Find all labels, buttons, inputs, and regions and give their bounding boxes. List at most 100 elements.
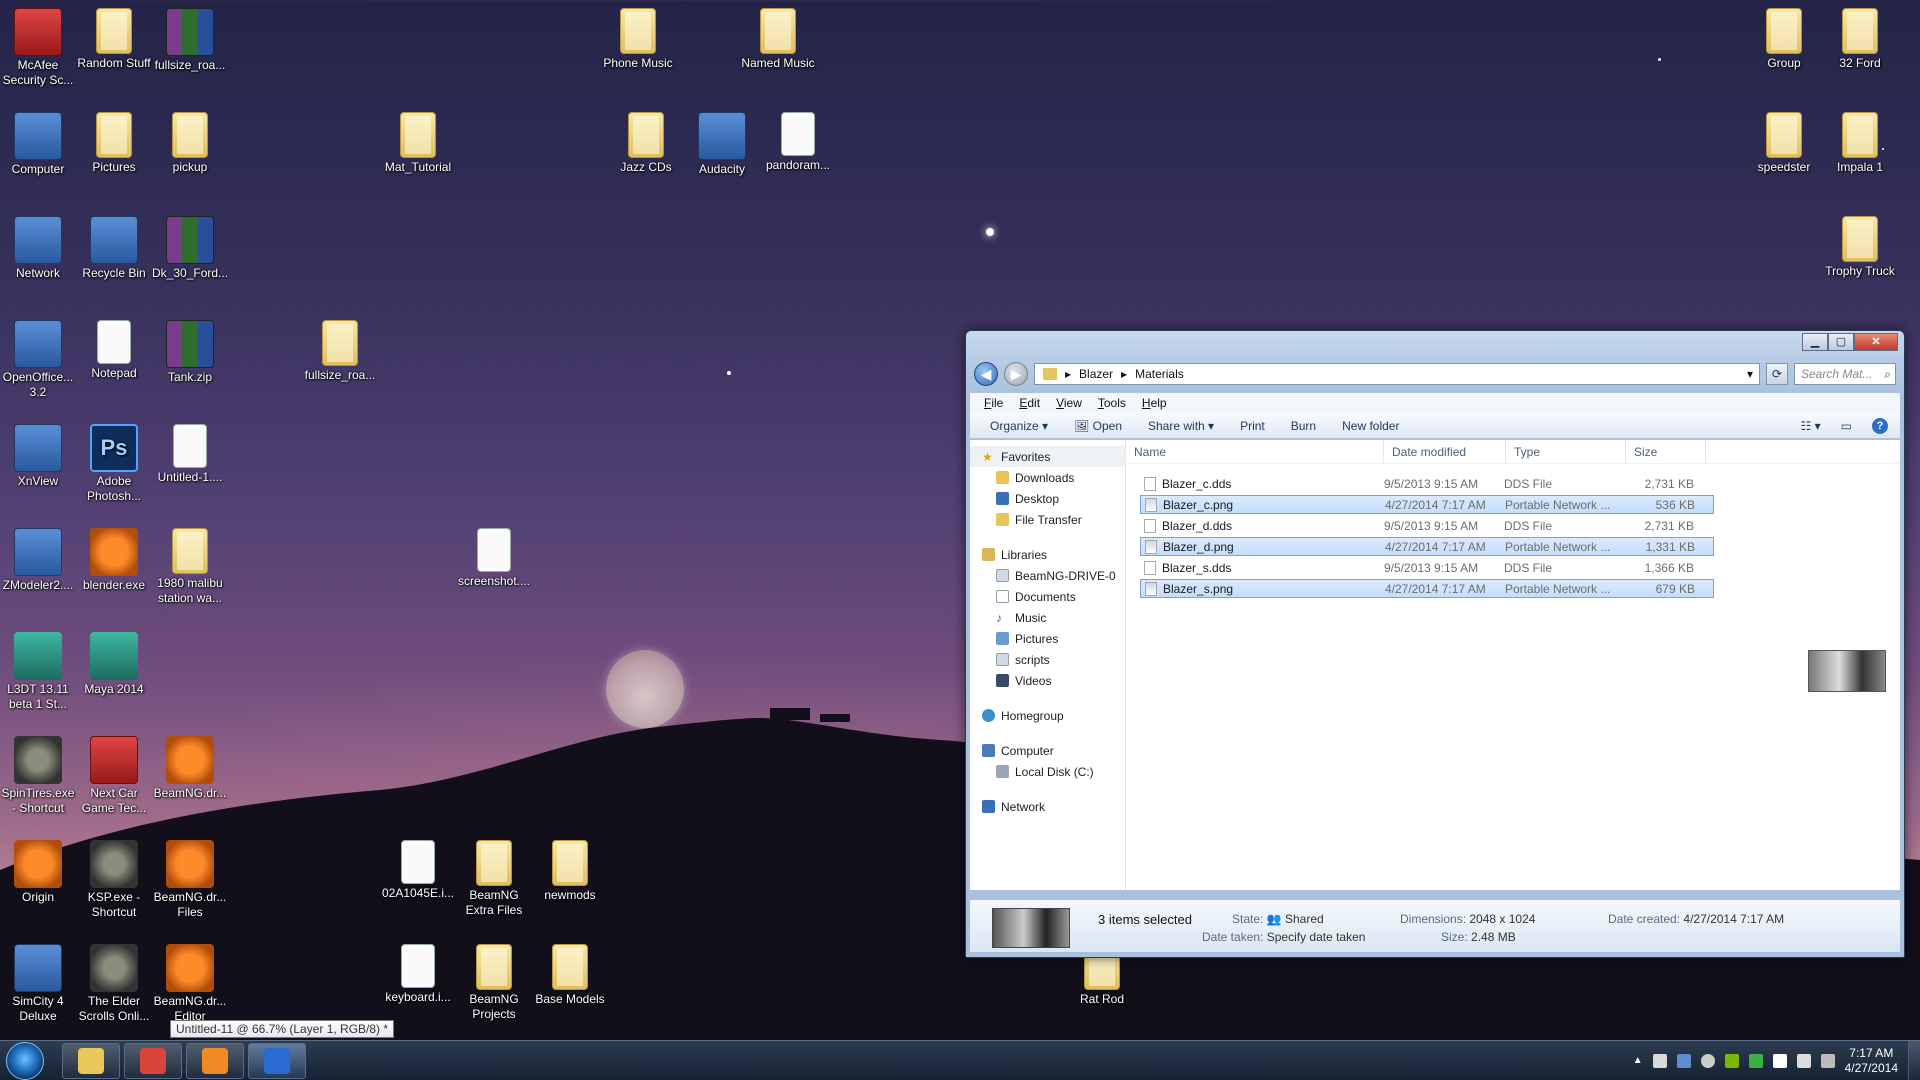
- action-center-flag-icon[interactable]: [1772, 1053, 1787, 1068]
- desktop-icon[interactable]: 32 Ford: [1822, 8, 1898, 71]
- menu-file[interactable]: File: [984, 396, 1003, 410]
- file-row[interactable]: Blazer_c.png 4/27/2014 7:17 AM Portable Ne…: [1140, 495, 1714, 514]
- desktop-icon[interactable]: OpenOffice... 3.2: [0, 320, 76, 400]
- desktop-icon[interactable]: Phone Music: [600, 8, 676, 71]
- desktop-icon[interactable]: Next Car Game Tec...: [76, 736, 152, 816]
- nav-desktop[interactable]: Desktop: [970, 488, 1125, 509]
- desktop-icon[interactable]: speedster: [1746, 112, 1822, 175]
- tray-icon[interactable]: [1700, 1053, 1715, 1068]
- taskbar-button[interactable]: [124, 1042, 182, 1079]
- desktop-icon[interactable]: blender.exe: [76, 528, 152, 593]
- desktop-icon[interactable]: fullsize_roa...: [302, 320, 378, 383]
- desktop-icon[interactable]: BeamNG Extra Files: [456, 840, 532, 918]
- nav-beamng-drive[interactable]: BeamNG-DRIVE-0: [970, 565, 1125, 586]
- desktop-icon[interactable]: BeamNG.dr... Editor: [152, 944, 228, 1024]
- maximize-button[interactable]: ▢: [1828, 333, 1854, 351]
- column-name[interactable]: Name: [1126, 439, 1384, 464]
- desktop-icon[interactable]: 02A1045E.i...: [380, 840, 456, 901]
- desktop-icon[interactable]: SimCity 4 Deluxe: [0, 944, 76, 1024]
- minimize-button[interactable]: ▁: [1802, 333, 1828, 351]
- search-input[interactable]: Search Mat... ⌕: [1794, 363, 1896, 385]
- desktop-icon[interactable]: Dk_30_Ford...: [152, 216, 228, 281]
- start-button[interactable]: [6, 1041, 44, 1080]
- search-icon[interactable]: ⌕: [1884, 364, 1891, 384]
- address-bar[interactable]: ▸ Blazer ▸ Materials ▾: [1034, 363, 1760, 385]
- desktop-icon[interactable]: Tank.zip: [152, 320, 228, 385]
- view-options-icon[interactable]: ☷ ▾: [1801, 419, 1821, 433]
- date-taken-value[interactable]: Specify date taken: [1267, 930, 1366, 944]
- desktop-icon[interactable]: screenshot....: [456, 528, 532, 589]
- nav-favorites[interactable]: ★ Favorites: [970, 446, 1125, 467]
- taskbar-button[interactable]: [248, 1042, 306, 1079]
- desktop-icon[interactable]: BeamNG Projects: [456, 944, 532, 1022]
- desktop-icon[interactable]: newmods: [532, 840, 608, 903]
- nav-network[interactable]: Network: [970, 796, 1125, 817]
- desktop-icon[interactable]: The Elder Scrolls Onli...: [76, 944, 152, 1024]
- desktop-icon[interactable]: Origin: [0, 840, 76, 905]
- desktop-icon[interactable]: BeamNG.dr... Files: [152, 840, 228, 920]
- show-desktop-button[interactable]: [1908, 1040, 1920, 1080]
- file-row[interactable]: Blazer_s.dds 9/5/2013 9:15 AM DDS File 1,36…: [1140, 558, 1714, 577]
- clock[interactable]: 7:17 AM 4/27/2014: [1845, 1046, 1898, 1076]
- file-row[interactable]: Blazer_c.dds 9/5/2013 9:15 AM DDS File 2,73…: [1140, 474, 1714, 493]
- desktop-icon[interactable]: Trophy Truck: [1822, 216, 1898, 279]
- nav-computer[interactable]: Computer: [970, 740, 1125, 761]
- help-icon[interactable]: ?: [1872, 417, 1888, 434]
- nvidia-icon[interactable]: [1724, 1053, 1739, 1068]
- desktop-icon[interactable]: Recycle Bin: [76, 216, 152, 281]
- nav-videos[interactable]: Videos: [970, 670, 1125, 691]
- nav-pictures[interactable]: Pictures: [970, 628, 1125, 649]
- show-hidden-icons-icon[interactable]: ▲: [1633, 1055, 1643, 1066]
- column-date-modified[interactable]: Date modified: [1384, 439, 1506, 464]
- desktop-icon[interactable]: fullsize_roa...: [152, 8, 228, 73]
- back-button[interactable]: ◀: [974, 362, 998, 386]
- nav-music[interactable]: ♪ Music: [970, 607, 1125, 628]
- desktop-icon[interactable]: Mat_Tutorial: [380, 112, 456, 175]
- desktop-icon[interactable]: Maya 2014: [76, 632, 152, 697]
- burn-button[interactable]: Burn: [1291, 419, 1316, 433]
- explorer-window[interactable]: ▁ ▢ ✕ ◀ ▶ ▸ Blazer ▸ Materials ▾ ⟳ Searc…: [965, 330, 1905, 958]
- file-row[interactable]: Blazer_s.png 4/27/2014 7:17 AM Portable Ne…: [1140, 579, 1714, 598]
- desktop-icon[interactable]: Base Models: [532, 944, 608, 1007]
- tray-icon[interactable]: [1652, 1053, 1667, 1068]
- menu-edit[interactable]: Edit: [1019, 396, 1040, 410]
- tray-icon[interactable]: [1748, 1053, 1763, 1068]
- volume-icon[interactable]: [1796, 1053, 1811, 1068]
- desktop-icon[interactable]: pickup: [152, 112, 228, 175]
- close-button[interactable]: ✕: [1854, 333, 1898, 351]
- desktop-icon[interactable]: Network: [0, 216, 76, 281]
- desktop-icon[interactable]: Impala 1: [1822, 112, 1898, 175]
- desktop-icon[interactable]: Jazz CDs: [608, 112, 684, 175]
- nav-homegroup[interactable]: Homegroup: [970, 705, 1125, 726]
- forward-button[interactable]: ▶: [1004, 362, 1028, 386]
- breadcrumb-blazer[interactable]: Blazer: [1079, 367, 1113, 381]
- address-dropdown-icon[interactable]: ▾: [1747, 367, 1753, 381]
- print-button[interactable]: Print: [1240, 419, 1265, 433]
- desktop-icon[interactable]: ZModeler2....: [0, 528, 76, 593]
- nav-downloads[interactable]: Downloads: [970, 467, 1125, 488]
- desktop-icon[interactable]: Pictures: [76, 112, 152, 175]
- desktop-icon[interactable]: Random Stuff: [76, 8, 152, 71]
- desktop-icon[interactable]: Audacity: [684, 112, 760, 177]
- nav-scripts[interactable]: scripts: [970, 649, 1125, 670]
- nav-libraries[interactable]: Libraries: [970, 544, 1125, 565]
- desktop-icon[interactable]: keyboard.i...: [380, 944, 456, 1005]
- column-size[interactable]: Size: [1626, 439, 1706, 464]
- new-folder-button[interactable]: New folder: [1342, 419, 1399, 433]
- desktop-icon[interactable]: McAfee Security Sc...: [0, 8, 76, 88]
- desktop-icon[interactable]: Ps Adobe Photosh...: [76, 424, 152, 504]
- desktop-icon[interactable]: BeamNG.dr...: [152, 736, 228, 801]
- desktop-icon[interactable]: 1980 malibu station wa...: [152, 528, 228, 606]
- menu-help[interactable]: Help: [1142, 396, 1167, 410]
- network-icon[interactable]: [1820, 1053, 1835, 1068]
- menu-view[interactable]: View: [1056, 396, 1082, 410]
- share-with-button[interactable]: Share with ▾: [1148, 419, 1214, 433]
- desktop-icon[interactable]: pandoram...: [760, 112, 836, 173]
- desktop-icon[interactable]: KSP.exe - Shortcut: [76, 840, 152, 920]
- column-type[interactable]: Type: [1506, 439, 1626, 464]
- desktop-icon[interactable]: Named Music: [740, 8, 816, 71]
- preview-pane-icon[interactable]: ▭: [1841, 419, 1852, 433]
- desktop-icon[interactable]: L3DT 13.11 beta 1 St...: [0, 632, 76, 712]
- desktop-icon[interactable]: Notepad: [76, 320, 152, 381]
- refresh-button[interactable]: ⟳: [1766, 363, 1788, 385]
